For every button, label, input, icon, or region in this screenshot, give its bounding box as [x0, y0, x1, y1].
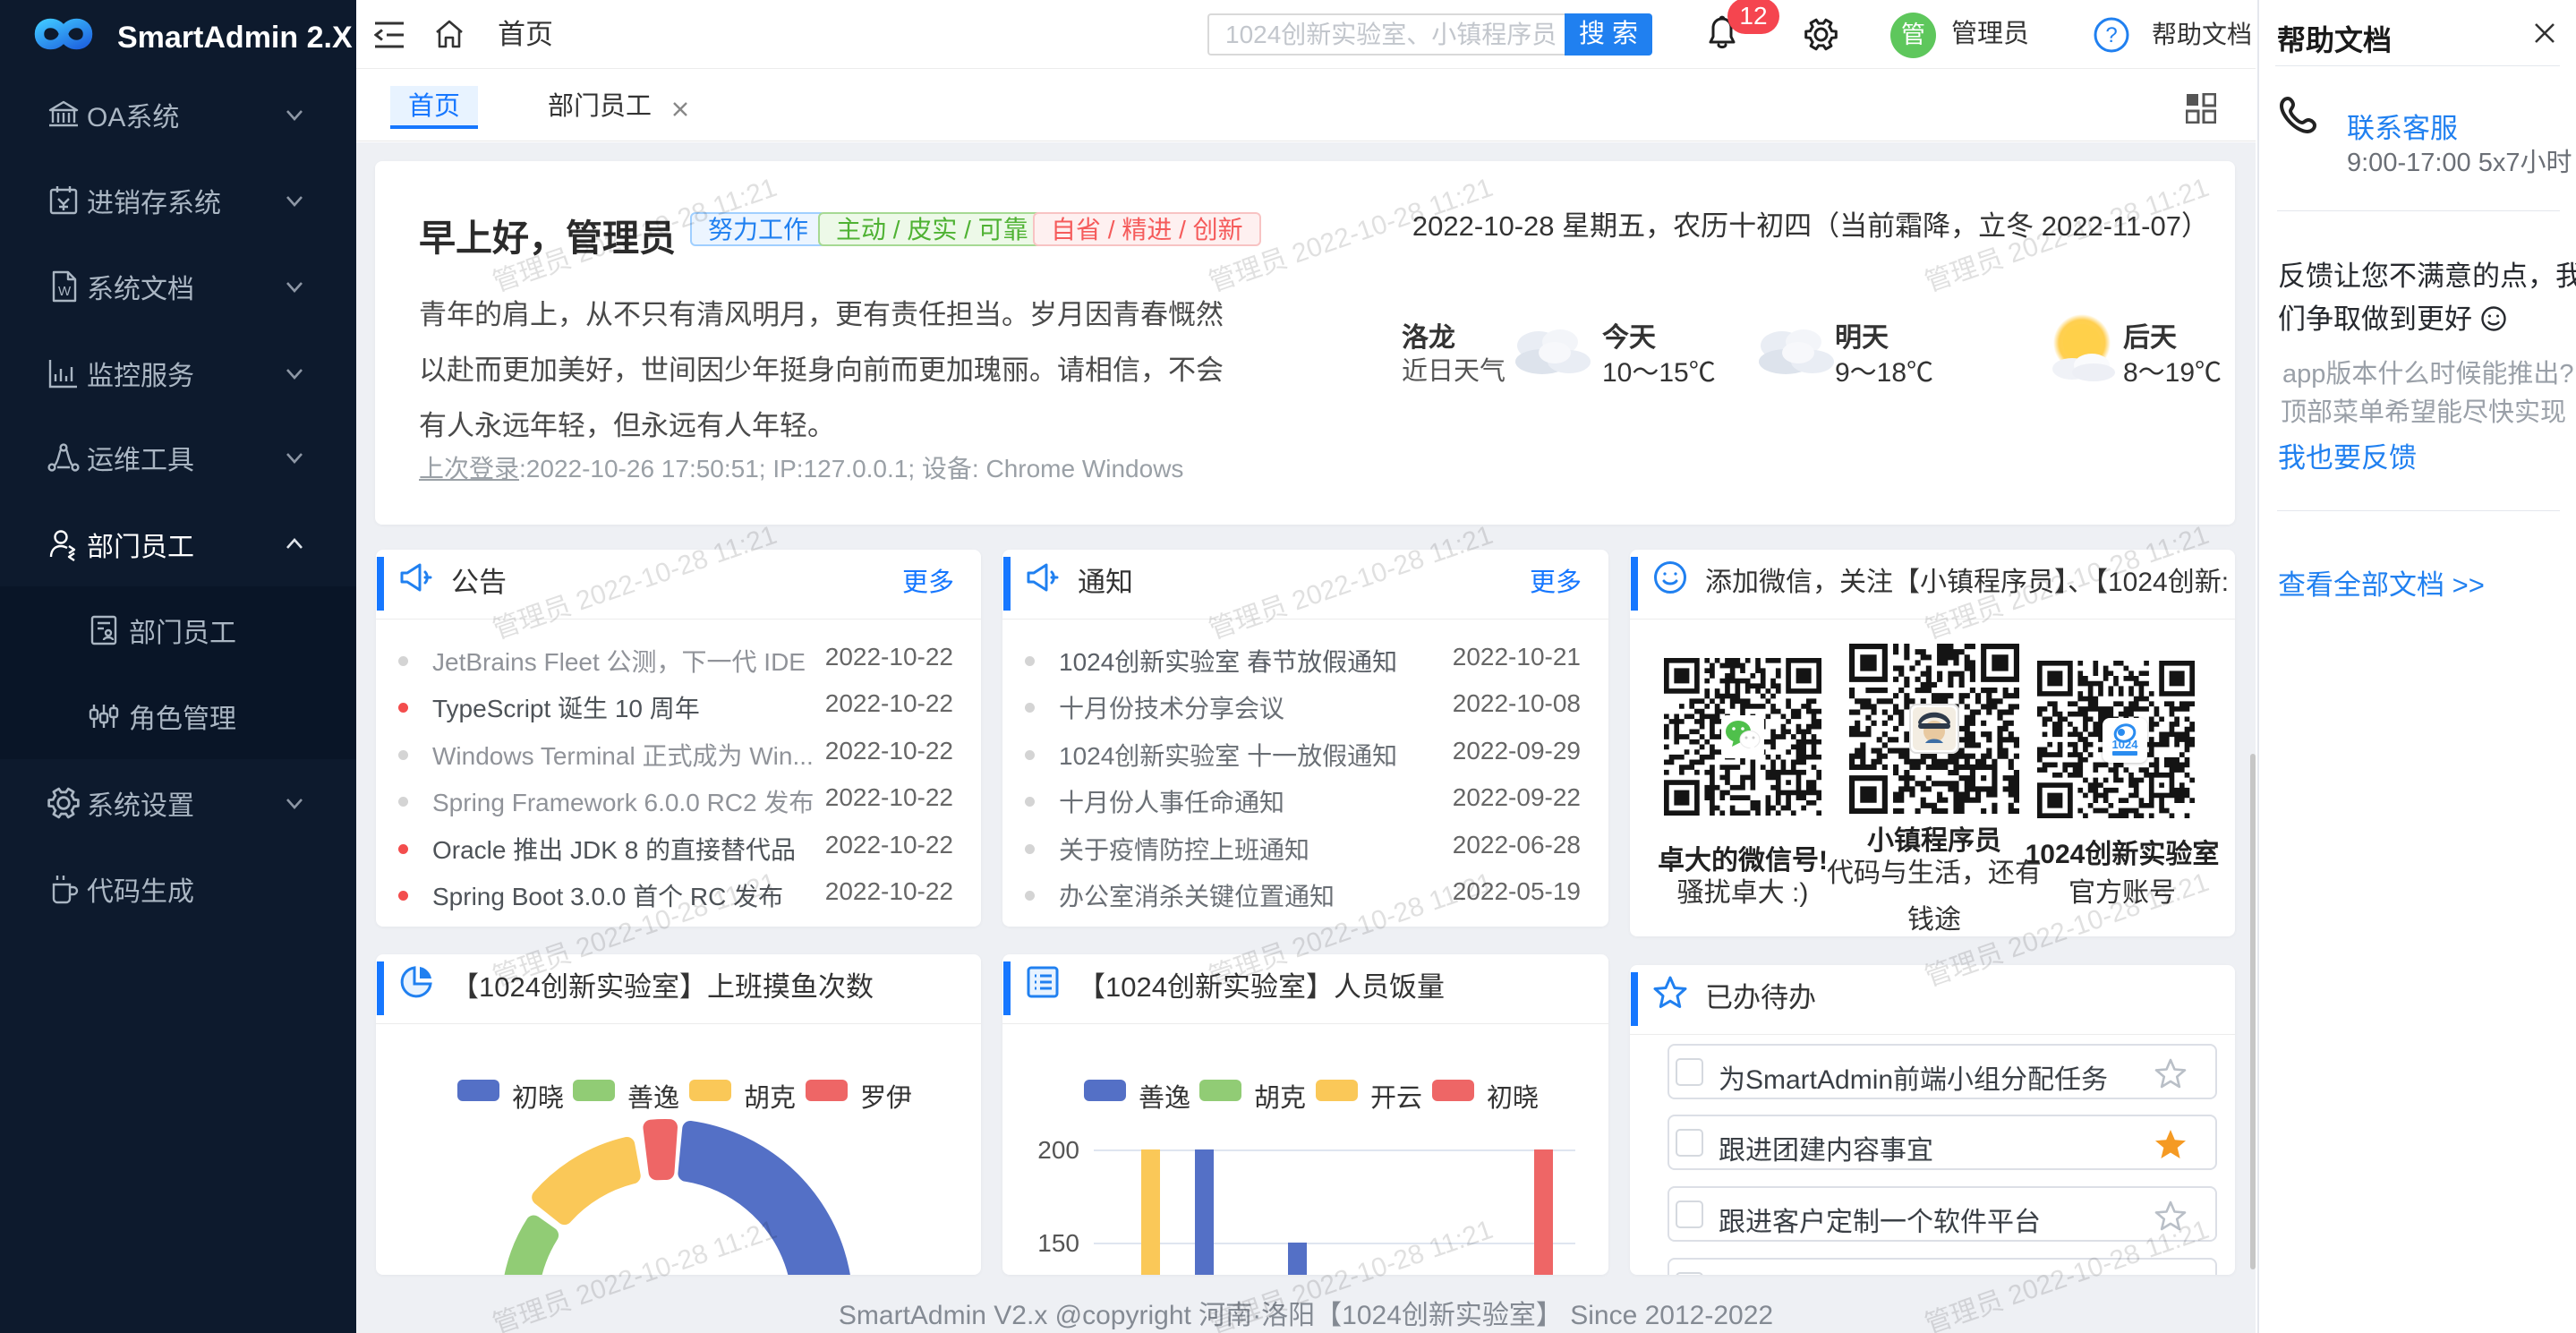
svg-text:W: W [58, 284, 72, 299]
svg-text:1024: 1024 [2112, 738, 2139, 751]
svg-text:?: ? [2105, 23, 2117, 47]
